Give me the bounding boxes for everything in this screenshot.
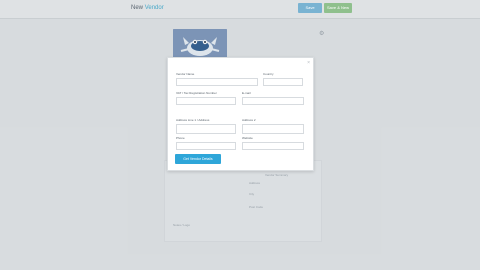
website-label: Website — [242, 136, 253, 140]
address-line-1-label: Address Line 1 / Address — [176, 118, 210, 122]
page-title-main: New — [131, 5, 144, 11]
vat-number-label: VAT / Tax Registration Number — [176, 91, 217, 95]
page-title-accent: Vendor — [144, 5, 164, 11]
address-line-2-field: Address 2 — [242, 118, 304, 134]
email-input[interactable] — [242, 97, 304, 105]
phone-field: Phone — [176, 136, 236, 150]
page-title: New Vendor — [131, 5, 164, 11]
vat-number-input[interactable] — [176, 97, 236, 105]
website-input[interactable] — [242, 142, 304, 150]
save-button[interactable]: Save — [298, 3, 322, 13]
country-input[interactable] — [263, 78, 303, 86]
address-line-1-field: Address Line 1 / Address — [176, 118, 236, 134]
vendor-modal: × Vendor Name Country VAT / Tax Registra… — [167, 57, 314, 171]
vat-number-field: VAT / Tax Registration Number — [176, 91, 236, 105]
get-vendor-details-button[interactable]: Get Vendor Details — [175, 154, 221, 164]
country-label: Country — [263, 72, 274, 76]
address-line-1-input[interactable] — [176, 124, 236, 134]
save-and-new-button[interactable]: Save & New — [324, 3, 352, 13]
country-field: Country — [263, 72, 303, 86]
top-bar — [0, 0, 480, 19]
address-line-2-label: Address 2 — [242, 118, 256, 122]
email-label: E-mail — [242, 91, 251, 95]
vendor-name-label: Vendor Name — [176, 72, 195, 76]
vendor-name-input[interactable] — [176, 78, 258, 86]
website-field: Website — [242, 136, 304, 150]
vendor-name-field: Vendor Name — [176, 72, 258, 86]
phone-input[interactable] — [176, 142, 236, 150]
phone-label: Phone — [176, 136, 185, 140]
close-icon[interactable]: × — [307, 60, 310, 66]
address-line-2-input[interactable] — [242, 124, 304, 134]
email-field: E-mail — [242, 91, 304, 105]
